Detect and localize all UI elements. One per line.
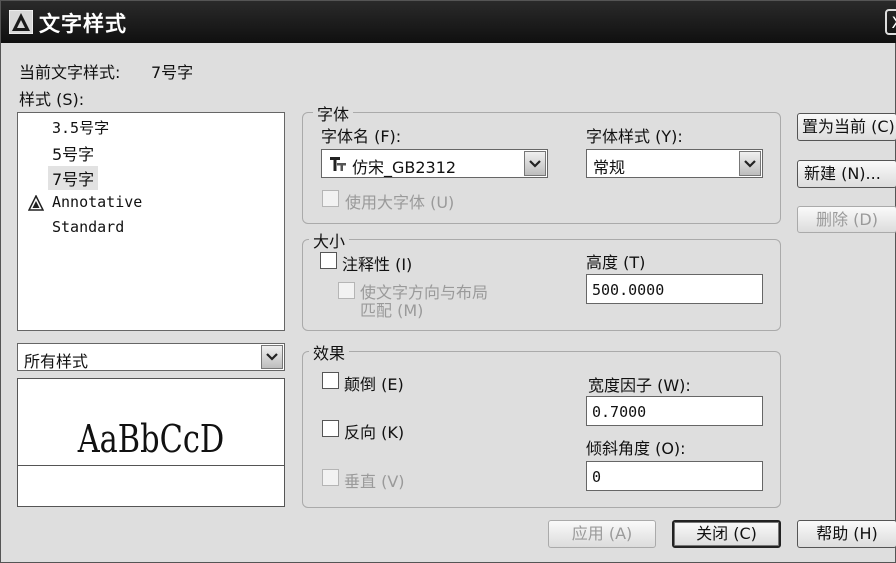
styles-listbox[interactable]: 3.5号字 5号字 7号字 Annotative Standard	[17, 112, 285, 331]
upside-down-label: 颠倒 (E)	[344, 375, 404, 394]
style-item-annotative[interactable]: Annotative	[52, 193, 142, 211]
upside-down-checkbox[interactable]	[322, 372, 339, 389]
close-window-button[interactable]: X	[885, 9, 896, 35]
chevron-down-icon[interactable]	[524, 151, 546, 176]
delete-style-button[interactable]: 删除 (D)	[797, 206, 896, 233]
use-bigfont-checkbox[interactable]	[322, 190, 339, 207]
vertical-checkbox[interactable]	[322, 469, 339, 486]
oblique-angle-input[interactable]: 0	[586, 461, 763, 491]
text-style-dialog: 文字样式 X 当前文字样式: 7号字 样式 (S): 3.5号字 5号字 7号字…	[0, 0, 896, 563]
preview-baseline	[18, 465, 284, 466]
annotative-icon	[28, 195, 44, 211]
style-filter-select[interactable]: 所有样式	[17, 343, 285, 371]
style-item-5[interactable]: 5号字	[52, 141, 94, 165]
size-group-title: 大小	[309, 228, 350, 252]
style-filter-value: 所有样式	[24, 352, 89, 371]
chevron-down-icon[interactable]	[261, 345, 283, 369]
match-layout-checkbox[interactable]	[338, 282, 355, 299]
annotative-checkbox[interactable]	[320, 252, 337, 269]
preview-box: AaBbCcD	[17, 378, 285, 507]
autocad-app-icon	[9, 10, 33, 34]
oblique-angle-value: 0	[592, 468, 602, 486]
style-item-standard[interactable]: Standard	[52, 218, 124, 236]
use-bigfont-label: 使用大字体 (U)	[345, 193, 455, 212]
backwards-checkbox[interactable]	[322, 420, 339, 437]
style-item-3-5[interactable]: 3.5号字	[52, 117, 109, 138]
height-value: 500.0000	[592, 281, 665, 299]
font-name-label: 字体名 (F):	[321, 127, 402, 146]
truetype-font-icon	[330, 157, 346, 171]
font-name-select[interactable]: 仿宋_GB2312	[321, 149, 548, 178]
styles-label: 样式 (S):	[19, 90, 85, 109]
title-bar[interactable]: 文字样式 X	[1, 1, 896, 43]
font-name-value: 仿宋_GB2312	[352, 158, 457, 177]
width-factor-value: 0.7000	[592, 403, 647, 421]
oblique-angle-label: 倾斜角度 (O):	[586, 439, 686, 458]
font-style-select[interactable]: 常规	[586, 149, 763, 178]
close-button[interactable]: 关闭 (C)	[672, 520, 781, 548]
chevron-down-icon[interactable]	[739, 151, 761, 176]
style-item-7-selected[interactable]: 7号字	[48, 166, 99, 190]
backwards-label: 反向 (K)	[344, 423, 405, 442]
current-style-label: 当前文字样式:	[19, 63, 121, 82]
set-current-button[interactable]: 置为当前 (C)	[797, 113, 896, 141]
vertical-label: 垂直 (V)	[344, 472, 405, 491]
new-style-button[interactable]: 新建 (N)...	[797, 160, 896, 188]
effects-group-title: 效果	[309, 340, 350, 364]
help-button[interactable]: 帮助 (H)	[797, 520, 896, 548]
preview-sample-text: AaBbCcD	[77, 417, 225, 461]
current-style-value: 7号字	[151, 63, 194, 82]
window-title: 文字样式	[39, 12, 127, 36]
font-style-label: 字体样式 (Y):	[586, 127, 683, 146]
annotative-label: 注释性 (I)	[342, 255, 413, 274]
height-label: 高度 (T)	[586, 253, 646, 272]
height-input[interactable]: 500.0000	[586, 274, 763, 304]
width-factor-label: 宽度因子 (W):	[588, 376, 691, 395]
font-style-value: 常规	[593, 158, 626, 177]
match-layout-label-line2: 匹配 (M)	[360, 301, 424, 320]
font-group-title: 字体	[313, 101, 354, 125]
width-factor-input[interactable]: 0.7000	[586, 396, 763, 426]
apply-button[interactable]: 应用 (A)	[548, 520, 656, 548]
